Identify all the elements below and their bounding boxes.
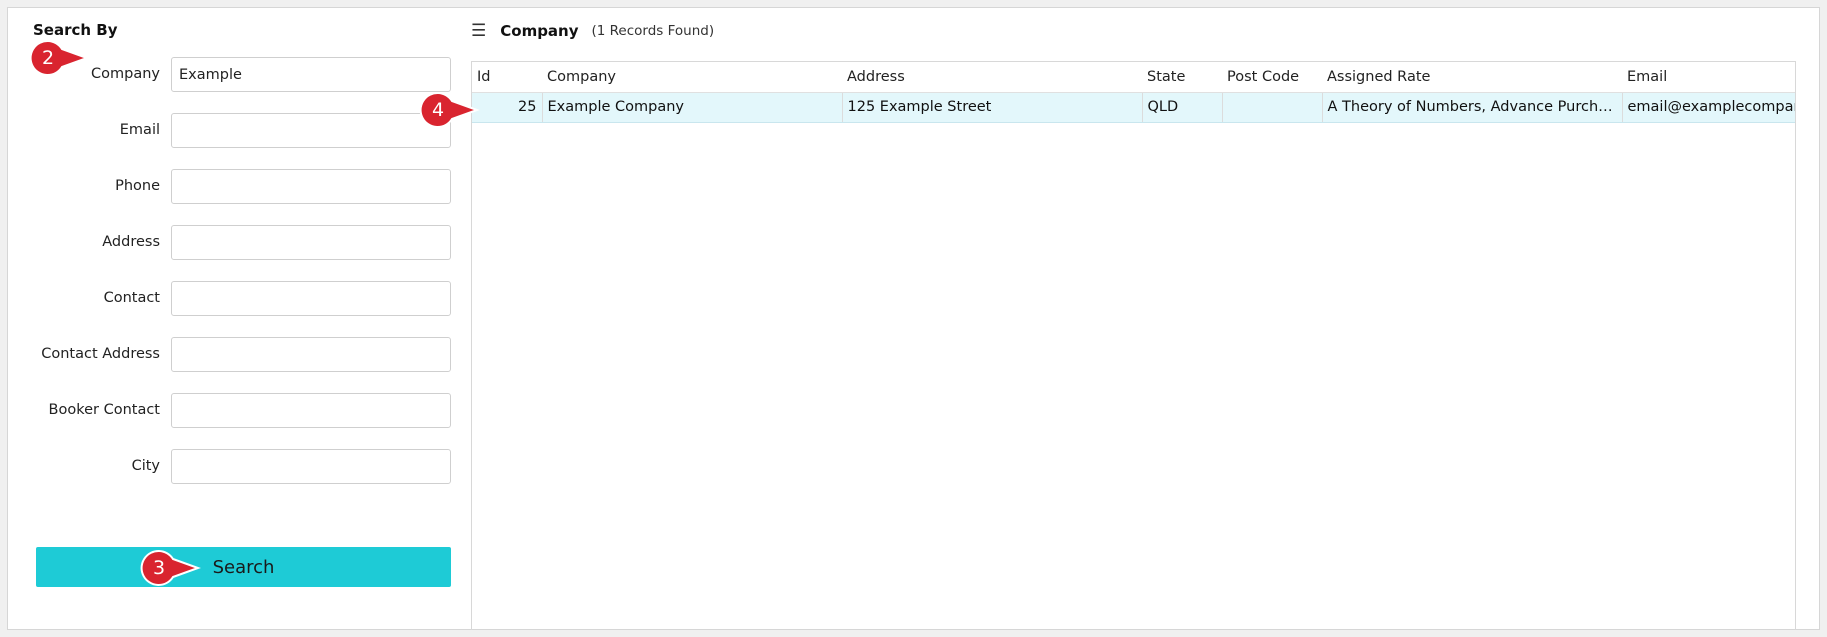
company-label: Company xyxy=(91,66,160,82)
city-label: City xyxy=(131,458,160,474)
callout-badge-2: 2 xyxy=(29,39,90,77)
column-header-email[interactable]: Email xyxy=(1622,62,1795,93)
callout-number: 4 xyxy=(431,99,445,121)
table-header-row: Id Company Address State Post Code Assig… xyxy=(472,62,1795,93)
address-label: Address xyxy=(102,234,160,250)
callout-badge-3: 3 xyxy=(140,549,201,587)
cell-assigned-rate: A Theory of Numbers, Advance Purchase, B… xyxy=(1322,92,1623,123)
callout-badge-4: 4 xyxy=(419,91,480,129)
booker-contact-input[interactable] xyxy=(171,393,451,428)
contact-address-label: Contact Address xyxy=(41,346,160,362)
records-found-count: (1 Records Found) xyxy=(591,23,715,39)
column-header-id[interactable]: Id xyxy=(472,62,542,93)
cell-company: Example Company xyxy=(542,92,843,123)
cell-id: 25 xyxy=(472,92,543,123)
address-input[interactable] xyxy=(171,225,451,260)
city-input[interactable] xyxy=(171,449,451,484)
contact-address-input[interactable] xyxy=(171,337,451,372)
results-title: Company xyxy=(500,22,579,40)
callout-number: 3 xyxy=(152,557,166,579)
search-button[interactable]: Search xyxy=(36,547,451,587)
column-header-post-code[interactable]: Post Code xyxy=(1222,62,1322,93)
contact-input[interactable] xyxy=(171,281,451,316)
column-header-state[interactable]: State xyxy=(1142,62,1222,93)
results-grid: Id Company Address State Post Code Assig… xyxy=(471,61,1796,630)
hamburger-menu-icon[interactable]: ☰ xyxy=(471,21,486,41)
email-input[interactable] xyxy=(171,113,451,148)
search-by-title: Search By xyxy=(33,21,118,39)
results-header: ☰ Company (1 Records Found) xyxy=(471,20,714,42)
contact-label: Contact xyxy=(103,290,160,306)
cell-address: 125 Example Street xyxy=(842,92,1143,123)
table-row[interactable]: 25 Example Company 125 Example Street QL… xyxy=(472,92,1795,123)
results-table: Id Company Address State Post Code Assig… xyxy=(472,62,1795,123)
column-header-assigned-rate[interactable]: Assigned Rate xyxy=(1322,62,1622,93)
company-input[interactable] xyxy=(171,57,451,92)
phone-label: Phone xyxy=(115,178,160,194)
column-header-address[interactable]: Address xyxy=(842,62,1142,93)
cell-state: QLD xyxy=(1142,92,1223,123)
email-label: Email xyxy=(119,122,160,138)
cell-post-code xyxy=(1222,92,1323,123)
booker-contact-label: Booker Contact xyxy=(48,402,160,418)
phone-input[interactable] xyxy=(171,169,451,204)
cell-email: email@examplecompany.com xyxy=(1622,92,1795,123)
column-header-company[interactable]: Company xyxy=(542,62,842,93)
callout-number: 2 xyxy=(41,47,55,69)
